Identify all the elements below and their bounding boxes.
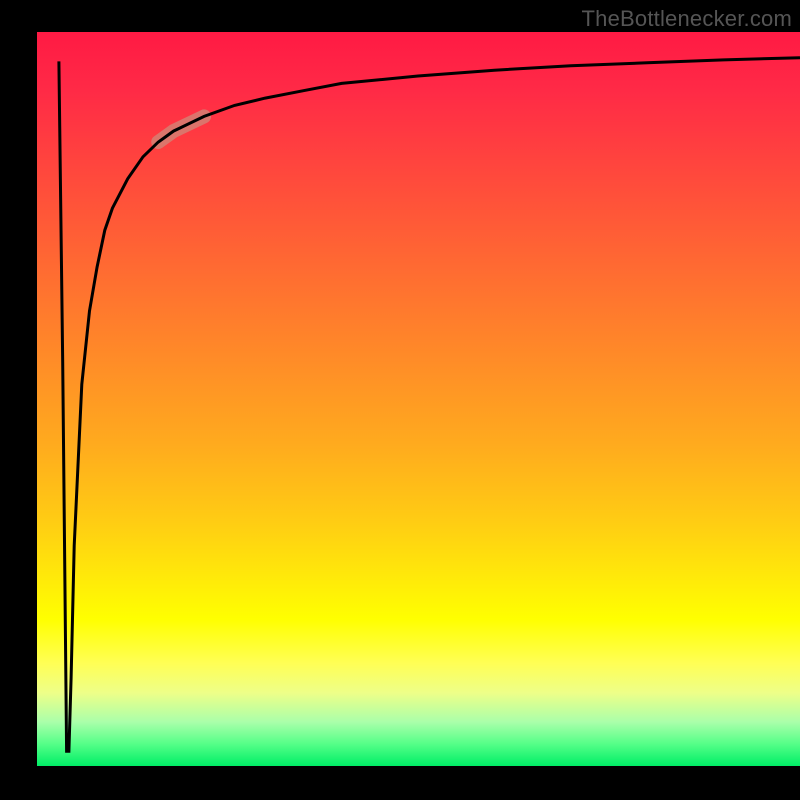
plot-gradient-background [36,32,800,766]
chart-container: TheBottlenecker.com [0,0,800,800]
y-axis [34,32,37,767]
attribution-text: TheBottlenecker.com [582,6,792,32]
x-axis [34,766,800,769]
